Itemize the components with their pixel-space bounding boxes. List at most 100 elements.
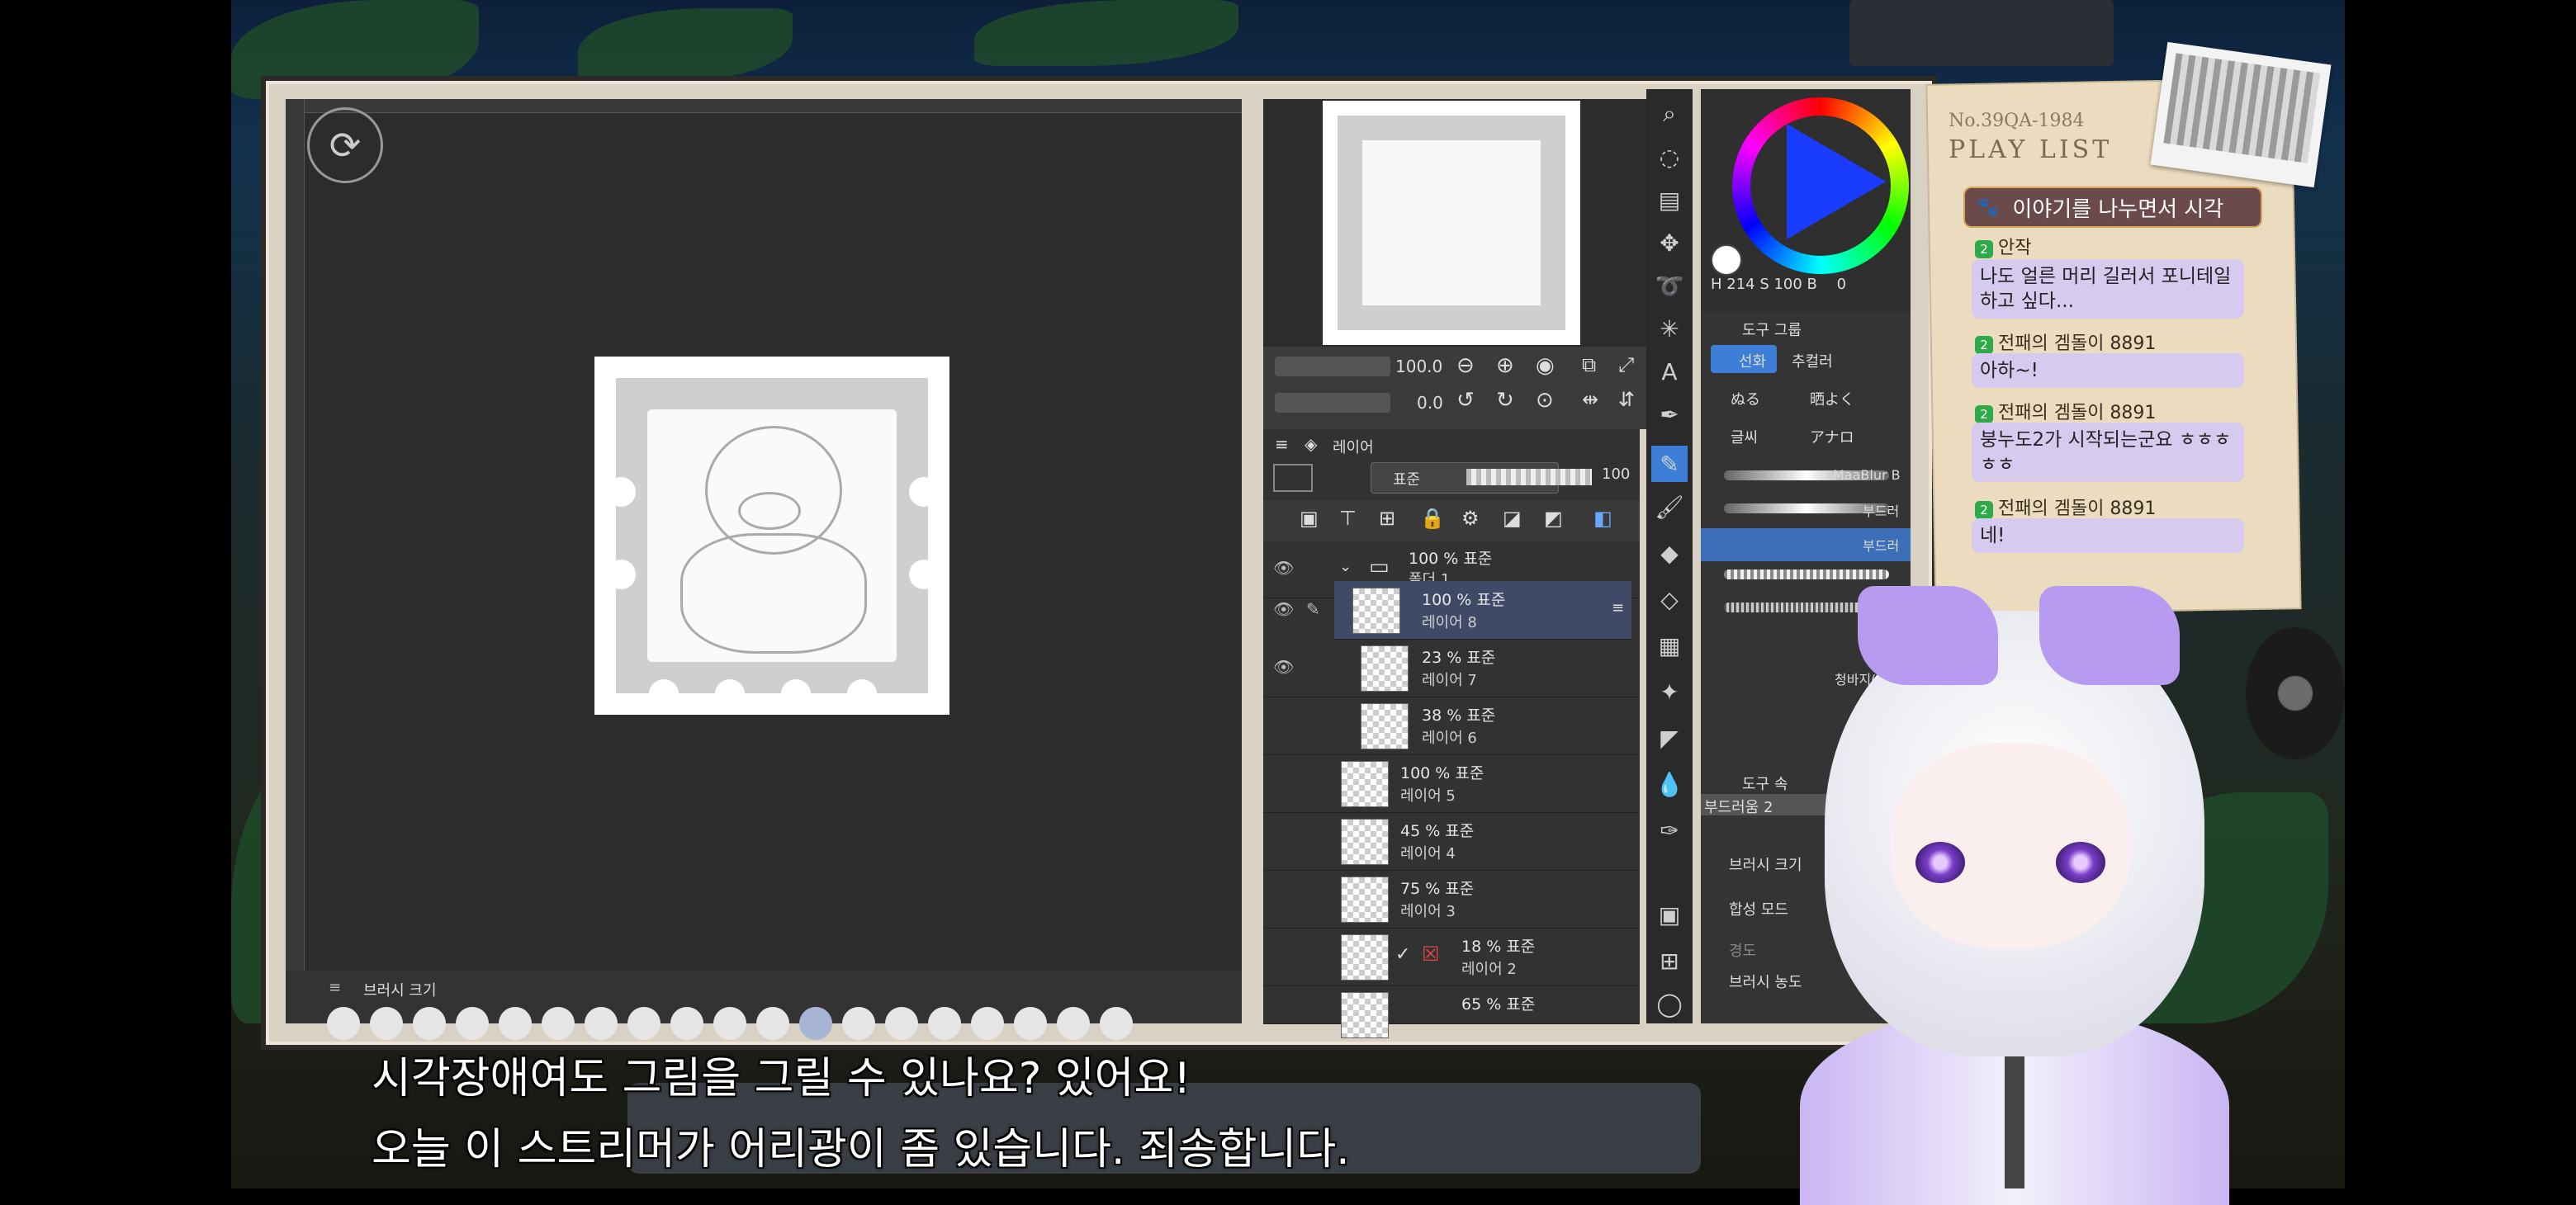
brush-name: 부드러 [1863,538,1900,554]
brush-size-preset[interactable] [842,1007,875,1040]
checkmark-icon[interactable]: ✓ [1395,944,1410,965]
layer-row[interactable]: 38 % 표준 레이어 6 [1263,697,1640,755]
layer-color-mode-icon[interactable]: ◧ [1593,507,1612,530]
ruler-tool-icon[interactable]: ◤ [1651,720,1688,756]
stamp-perforation [847,679,877,709]
zoom-in-icon[interactable]: ⊕ [1496,353,1514,378]
navigator-preview[interactable] [1323,101,1580,345]
flip-vertical-icon[interactable]: ⇵ [1618,388,1635,411]
layer-thumbnail [1341,877,1389,923]
gradient-icon[interactable]: ▦ [1651,627,1688,664]
sparkle-tool-icon[interactable]: ✦ [1651,673,1688,710]
brush-size-preset[interactable] [670,1007,703,1040]
text-tool-icon[interactable]: A [1651,353,1688,390]
avatar-bow [1858,578,2188,702]
layer-tool-icon[interactable]: ◪ [1503,507,1522,530]
zoom-out-icon[interactable]: ⊖ [1456,353,1475,378]
layer-tool-icon[interactable]: ⊞ [1379,507,1395,530]
layer-color-icon[interactable] [1273,464,1313,492]
stamp-perforation [715,679,745,709]
rotate-slider[interactable] [1275,393,1390,413]
brush-size-preset[interactable] [370,1007,403,1040]
menu-icon[interactable]: ≡ [1275,434,1289,454]
actual-size-icon[interactable]: ⤢ [1618,353,1634,376]
brush-tool-icon[interactable]: 🖌 [1651,489,1688,525]
brush-size-preset-selected[interactable] [799,1007,832,1040]
layer-row[interactable]: ✓ ☒ 18 % 표준 레이어 2 [1263,928,1640,986]
layer-row-selected[interactable]: 100 % 표준 레이어 8 ≡ [1334,581,1631,640]
eyedropper-icon[interactable]: ✒ [1651,396,1688,432]
fit-window-icon[interactable]: ⧉ [1582,353,1596,376]
brush-size-preset[interactable] [542,1007,575,1040]
brush-size-preset[interactable] [413,1007,446,1040]
chat-bubble-icon[interactable]: ◯ [1651,985,1688,1022]
brush-row-selected[interactable]: 부드러 [1701,528,1911,561]
pen-nib-icon[interactable]: ✑ [1651,812,1688,848]
brush-size-preset[interactable] [327,1007,360,1040]
horizontal-ruler [286,99,1242,113]
fill-bucket-icon[interactable]: ◆ [1651,535,1688,571]
rotate-canvas-icon[interactable]: ⟳ [307,107,383,183]
brush-size-preset[interactable] [585,1007,618,1040]
brush-size-preset[interactable] [756,1007,789,1040]
rotate-left-icon[interactable]: ↺ [1456,388,1475,413]
layer-opacity: 18 % 표준 [1461,938,1536,956]
lasso-icon[interactable]: ➰ [1651,267,1688,304]
layer-row[interactable]: 65 % 표준 [1263,985,1640,1038]
visibility-eye-icon[interactable]: 👁 [1273,558,1294,578]
layer-tool-icon[interactable]: ◩ [1544,507,1563,530]
layer-row[interactable]: 75 % 표준 레이어 3 [1263,870,1640,929]
subtool-label[interactable]: 글씨 [1731,426,1758,447]
subtool-label[interactable]: ぬる [1731,388,1760,409]
subtool-label[interactable]: アナロ [1810,426,1854,447]
zoom-tool-icon[interactable]: ⌕ [1651,96,1688,132]
navigator-stamp-inner [1362,140,1541,305]
brush-size-preset[interactable] [1100,1007,1133,1040]
color-triangle[interactable] [1787,124,1886,239]
brush-size-preset[interactable] [885,1007,918,1040]
blend-tool-icon[interactable]: 💧 [1651,766,1688,802]
brush-size-preset[interactable] [971,1007,1004,1040]
layer-row[interactable]: 👁 23 % 표준 레이어 7 [1263,639,1640,697]
fit-icon[interactable]: ◉ [1536,353,1555,378]
subtitle-line-2: 오늘 이 스트리머가 어리광이 좀 있습니다. 죄송합니다. [372,1125,1350,1174]
brush-size-preset[interactable] [456,1007,489,1040]
main-color-swatch[interactable] [1711,244,1742,276]
visibility-eye-icon[interactable]: 👁 [1273,599,1294,619]
selection-icon[interactable]: ▤ [1651,182,1688,218]
layer-tool-icon[interactable]: ▣ [1300,507,1319,530]
brush-size-preset[interactable] [1014,1007,1047,1040]
move-tool-icon[interactable]: ✥ [1651,224,1688,261]
chevron-down-icon[interactable]: ⌄ [1339,558,1352,575]
eraser-icon[interactable]: ◇ [1651,581,1688,617]
brush-size-preset[interactable] [928,1007,961,1040]
rotate-right-icon[interactable]: ↻ [1496,388,1514,413]
brush-size-preset[interactable] [499,1007,532,1040]
artwork-canvas[interactable] [594,357,949,715]
subtool-item[interactable]: 선화 [1711,345,1777,373]
grid-icon[interactable]: ⊞ [1651,943,1688,979]
pen-tool-icon-active[interactable]: ✎ [1651,446,1688,482]
visibility-eye-icon[interactable]: 👁 [1273,657,1294,677]
brush-size-preset[interactable] [627,1007,661,1040]
lasso-select-icon[interactable]: ◌ [1651,139,1688,175]
reset-rotation-icon[interactable]: ⊙ [1536,388,1554,413]
brush-size-preset[interactable] [713,1007,746,1040]
layer-row[interactable]: 100 % 표준 레이어 5 [1263,754,1640,813]
color-swatch-icon[interactable]: ▣ [1651,896,1688,933]
zoom-slider[interactable] [1275,357,1390,376]
lock-icon[interactable]: 🔒 [1420,507,1445,530]
flip-horizontal-icon[interactable]: ⇹ [1582,388,1598,411]
stamp-perforation [606,477,636,507]
chat-message: 아하~! [1972,353,2244,388]
layer-tool-icon[interactable]: ⊤ [1339,507,1357,530]
brush-size-preset[interactable] [1057,1007,1090,1040]
layer-tool-icon[interactable]: ⚙ [1461,507,1480,530]
layer-row[interactable]: 45 % 표준 레이어 4 [1263,812,1640,871]
magic-wand-icon[interactable]: ✳ [1651,310,1688,347]
subtool-label[interactable]: 추컬러 [1792,350,1833,371]
opacity-slider[interactable] [1466,469,1592,485]
menu-icon[interactable]: ≡ [329,979,341,996]
menu-icon[interactable]: ≡ [1612,599,1624,617]
subtool-label[interactable]: 晒よく [1810,388,1854,409]
